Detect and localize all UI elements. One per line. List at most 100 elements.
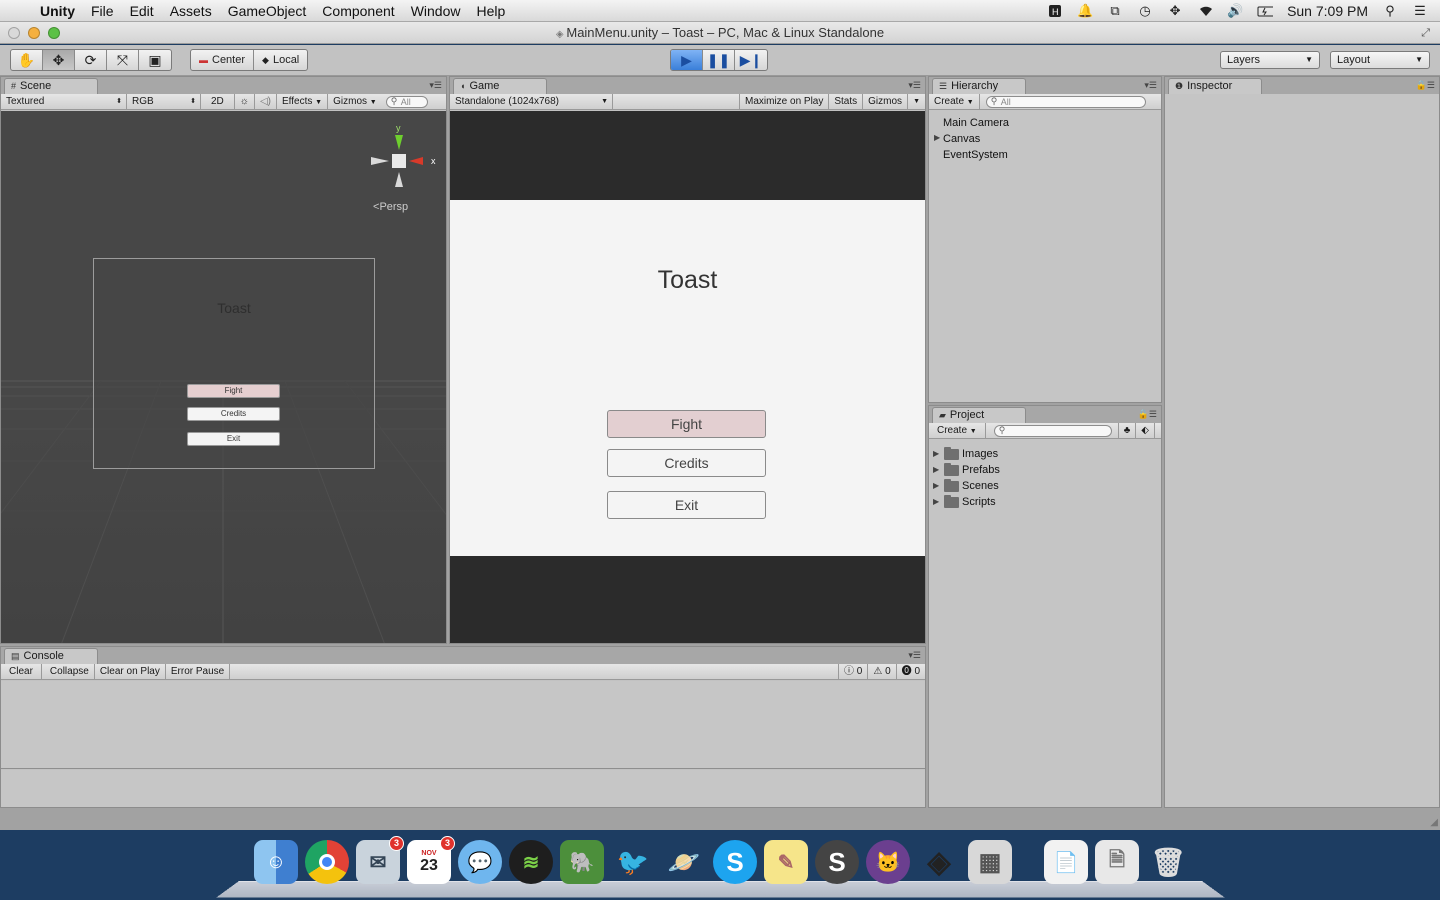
lock-menu-icon[interactable]: 🔒☰ — [1138, 409, 1157, 420]
window-zoom-button[interactable] — [48, 27, 60, 39]
audio-toggle[interactable]: ◁) — [255, 94, 277, 109]
game-exit-button[interactable]: Exit — [607, 491, 766, 519]
dock-documents-icon[interactable]: 🗎 — [1095, 840, 1139, 884]
dock-preview-icon[interactable]: 📄 — [1044, 840, 1088, 884]
expand-arrow-icon[interactable]: ▶ — [934, 133, 942, 142]
tab-scene[interactable]: # Scene — [4, 78, 98, 94]
panel-menu-icon[interactable]: ▾☰ — [1144, 80, 1157, 91]
status-app-icon[interactable]: H — [1047, 4, 1063, 18]
game-fight-button[interactable]: Fight — [607, 410, 766, 438]
dock-messages-icon[interactable]: 💬 — [458, 840, 502, 884]
fullscreen-icon[interactable]: ⤢ — [1421, 22, 1430, 44]
project-search-input[interactable] — [993, 424, 1112, 437]
play-button[interactable]: ▶ — [671, 50, 703, 70]
lock-menu-icon[interactable]: 🔒☰ — [1416, 80, 1435, 91]
scene-credits-button[interactable]: Credits — [187, 407, 280, 421]
dock-chrome-icon[interactable] — [305, 840, 349, 884]
shading-dropdown[interactable]: Textured ⬍ — [1, 94, 127, 109]
project-folder-scripts[interactable]: ▶ Scripts — [933, 494, 996, 510]
pivot-mode-button[interactable]: ▬ Center — [191, 50, 255, 70]
menubar-clock[interactable]: Sun 7:09 PM — [1287, 3, 1368, 19]
hierarchy-item-main-camera[interactable]: Main Camera — [943, 115, 1009, 131]
rotate-tool-button[interactable]: ⟳ — [75, 50, 107, 70]
dock-skype-icon[interactable]: S — [713, 840, 757, 884]
move-arrows-icon[interactable]: ✥ — [1167, 3, 1183, 18]
console-clear-button[interactable]: Clear — [1, 664, 42, 679]
effects-dropdown[interactable]: Effects ▼ — [277, 94, 329, 109]
rect-tool-button[interactable]: ▣ — [139, 50, 171, 70]
hierarchy-item-canvas[interactable]: Canvas — [943, 131, 980, 147]
filter-type-button[interactable]: ♣ — [1117, 423, 1137, 438]
expand-arrow-icon[interactable]: ▶ — [933, 478, 941, 494]
window-close-button[interactable] — [8, 27, 20, 39]
scale-tool-button[interactable]: ⤧ — [107, 50, 139, 70]
console-clear-on-play-button[interactable]: Clear on Play — [95, 664, 166, 679]
dock-spotify-icon[interactable]: ≋ — [509, 840, 553, 884]
layout-dropdown[interactable]: Layout ▼ — [1330, 51, 1430, 69]
filter-label-button[interactable]: ⬖ — [1136, 423, 1155, 438]
project-folder-prefabs[interactable]: ▶ Prefabs — [933, 462, 1000, 478]
console-collapse-button[interactable]: Collapse — [42, 664, 95, 679]
notification-center-icon[interactable]: ☰ — [1412, 3, 1428, 18]
dock-stickies-icon[interactable]: ✎ — [764, 840, 808, 884]
menu-component[interactable]: Component — [314, 0, 402, 22]
render-mode-dropdown[interactable]: RGB ⬍ — [127, 94, 201, 109]
scene-fight-button[interactable]: Fight — [187, 384, 280, 398]
step-button[interactable]: ▶❙ — [735, 50, 767, 70]
dock-evernote-icon[interactable]: 🐘 — [560, 840, 604, 884]
game-gizmos-toggle[interactable]: Gizmos — [863, 94, 909, 109]
spotlight-search-icon[interactable]: ⚲ — [1382, 3, 1398, 18]
menu-help[interactable]: Help — [468, 0, 513, 22]
stats-toggle[interactable]: Stats — [829, 94, 864, 109]
menu-file[interactable]: File — [83, 0, 122, 22]
dock-saturn-icon[interactable]: 🪐 — [662, 840, 706, 884]
hand-tool-button[interactable]: ✋ — [11, 50, 43, 70]
game-viewport[interactable]: Toast Fight Credits Exit — [450, 111, 925, 643]
pause-button[interactable]: ❚❚ — [703, 50, 735, 70]
dock-github-icon[interactable]: 🐱 — [866, 840, 910, 884]
time-machine-icon[interactable]: ◷ — [1137, 3, 1153, 18]
tab-game[interactable]: ◖ Game — [453, 78, 547, 94]
app-menu[interactable]: Unity — [32, 0, 83, 22]
wifi-icon[interactable] — [1197, 4, 1213, 18]
persp-label[interactable]: <Persp — [373, 201, 408, 213]
hierarchy-item-eventsystem[interactable]: EventSystem — [943, 147, 1008, 163]
scene-gizmos-dropdown[interactable]: Gizmos ▼ — [328, 94, 382, 109]
window-minimize-button[interactable] — [28, 27, 40, 39]
menu-edit[interactable]: Edit — [122, 0, 162, 22]
dock-trash-icon[interactable]: 🗑 — [1146, 840, 1190, 884]
project-folder-scenes[interactable]: ▶ Scenes — [933, 478, 999, 494]
panel-menu-icon[interactable]: ▾☰ — [429, 80, 442, 91]
dock-finder-icon[interactable]: ☺ — [254, 840, 298, 884]
console-error-pause-button[interactable]: Error Pause — [166, 664, 231, 679]
hierarchy-search-input[interactable]: All — [985, 95, 1146, 108]
lighting-toggle[interactable]: ☼ — [235, 94, 255, 109]
tab-inspector[interactable]: ❶ Inspector — [1168, 78, 1262, 94]
orientation-gizmo-icon[interactable]: y x — [365, 121, 445, 201]
tab-console[interactable]: ▤ Console — [4, 648, 98, 664]
layers-dropdown[interactable]: Layers ▼ — [1220, 51, 1320, 69]
console-log-area[interactable] — [1, 681, 925, 769]
project-create-dropdown[interactable]: Create ▼ — [929, 423, 986, 438]
dock-calendar-icon[interactable]: NOV 23 3 — [407, 836, 455, 884]
menu-window[interactable]: Window — [403, 0, 469, 22]
dock-tweetbot-icon[interactable]: 🐦 — [611, 840, 655, 884]
dock-calculator-icon[interactable]: ▦ — [968, 840, 1012, 884]
scene-search-input[interactable]: All — [385, 95, 428, 108]
panel-menu-icon[interactable]: ▾☰ — [908, 80, 921, 91]
console-detail-area[interactable] — [1, 770, 925, 807]
toggle-2d-button[interactable]: 2D — [201, 94, 235, 109]
console-info-toggle[interactable]: ⓘ 0 — [838, 664, 869, 679]
tab-hierarchy[interactable]: ☰ Hierarchy — [932, 78, 1026, 94]
battery-icon[interactable] — [1257, 4, 1274, 18]
game-credits-button[interactable]: Credits — [607, 449, 766, 477]
scene-viewport[interactable]: Toast Fight Credits Exit y x <Persp — [1, 111, 446, 643]
dock-sublime-icon[interactable]: S — [815, 840, 859, 884]
gizmos-caret-icon[interactable]: ▼ — [908, 94, 925, 109]
dock-mail-icon[interactable]: ✉ 3 — [356, 836, 404, 884]
hierarchy-create-dropdown[interactable]: Create ▼ — [929, 94, 980, 109]
volume-icon[interactable]: 🔊 — [1227, 3, 1243, 18]
expand-arrow-icon[interactable]: ▶ — [933, 446, 941, 462]
console-warning-toggle[interactable]: ⚠ 0 — [868, 664, 897, 679]
expand-arrow-icon[interactable]: ▶ — [933, 494, 941, 510]
